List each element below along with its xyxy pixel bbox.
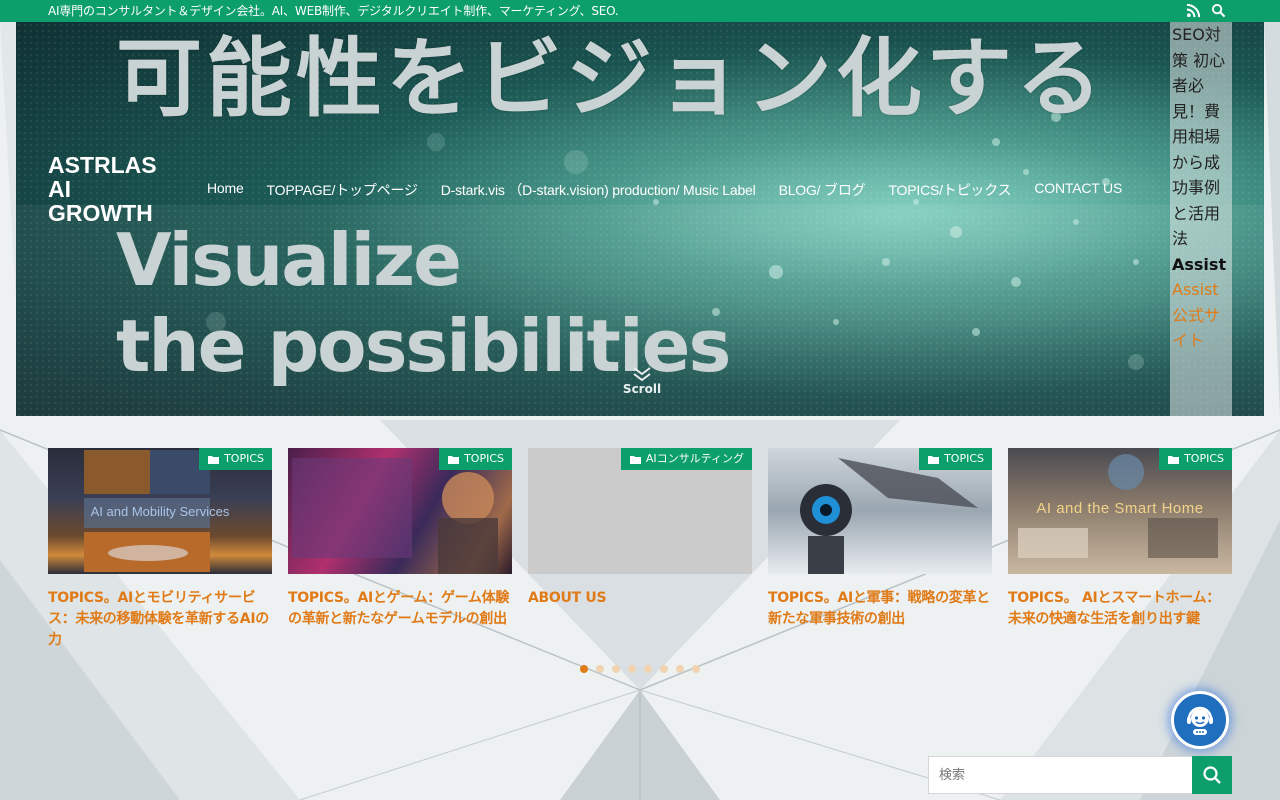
post-thumbnail[interactable]: AIコンサルティング — [528, 448, 752, 574]
site-tagline: AI専門のコンサルタント＆デザイン会社。AI、WEB制作、デジタルクリエイト制作… — [48, 4, 619, 18]
side-widget-article-link[interactable]: SEO対策 初心者必見！費用相場から成功事例と活用法 — [1172, 22, 1232, 252]
scroll-label: Scroll — [622, 382, 662, 396]
post-thumbnail[interactable]: AI and the Smart Home TOPICS — [1008, 448, 1232, 574]
post-card[interactable]: AIコンサルティング ABOUT US — [528, 448, 752, 609]
carousel-pagination — [580, 665, 700, 673]
side-widget-assist-link[interactable]: Assist公式サイト — [1172, 277, 1232, 354]
category-badge[interactable]: TOPICS — [1159, 448, 1232, 470]
hero-banner: 可能性をビジョン化する Visualize the possibilities … — [16, 22, 1264, 416]
post-title[interactable]: TOPICS。AIとゲーム：ゲーム体験の革新と新たなゲームモデルの創出 — [288, 588, 512, 630]
post-thumbnail[interactable]: TOPICS — [288, 448, 512, 574]
folder-icon — [629, 455, 641, 464]
rss-icon[interactable] — [1186, 3, 1201, 18]
post-card[interactable]: AI and the Smart Home TOPICS TOPICS。 AIと… — [1008, 448, 1232, 630]
site-logo[interactable]: ASTRLAS AI GROWTH — [48, 153, 178, 225]
category-badge[interactable]: TOPICS — [199, 448, 272, 470]
side-widget-heading: Assist — [1172, 254, 1227, 274]
pagination-dot[interactable] — [580, 665, 588, 673]
category-badge-label: TOPICS — [1184, 452, 1224, 465]
category-badge-label: TOPICS — [464, 452, 504, 465]
pagination-dot[interactable] — [612, 665, 620, 673]
top-bar: AI専門のコンサルタント＆デザイン会社。AI、WEB制作、デジタルクリエイト制作… — [0, 0, 1280, 22]
search-icon[interactable] — [1211, 3, 1226, 18]
post-thumbnail[interactable]: TOPICS — [768, 448, 992, 574]
pagination-dot[interactable] — [692, 665, 700, 673]
search-button[interactable] — [1192, 756, 1232, 794]
nav-item-contact[interactable]: CONTACT US — [1034, 180, 1122, 200]
nav-item-toppage[interactable]: TOPPAGE/トップページ — [267, 180, 418, 200]
post-title[interactable]: TOPICS。 AIとスマートホーム：未来の快適な生活を創り出す鍵 — [1008, 588, 1232, 630]
folder-icon — [928, 455, 940, 464]
hero-headline-en-line1: Visualize — [116, 218, 462, 302]
double-chevron-down-icon — [633, 367, 651, 382]
post-title[interactable]: TOPICS。AIと軍事：戦略の変革と新たな軍事技術の創出 — [768, 588, 992, 630]
pagination-dot[interactable] — [596, 665, 604, 673]
main-nav: Home TOPPAGE/トップページ D-stark.vis （D-stark… — [207, 180, 1145, 200]
pagination-dot[interactable] — [676, 665, 684, 673]
chat-support-button[interactable] — [1171, 691, 1229, 749]
category-badge-label: TOPICS — [224, 452, 264, 465]
post-title[interactable]: TOPICS。AIとモビリティサービス：未来の移動体験を革新するAIの力 — [48, 588, 272, 651]
post-card[interactable]: AI and Mobility Services TOPICS TOPICS。A… — [48, 448, 272, 651]
pagination-dot[interactable] — [660, 665, 668, 673]
post-card[interactable]: TOPICS TOPICS。AIとゲーム：ゲーム体験の革新と新たなゲームモデルの… — [288, 448, 512, 630]
thumbnail-caption: AI and Mobility Services — [90, 504, 230, 519]
hero-headline-jp: 可能性をビジョン化する — [116, 29, 1106, 129]
search-input[interactable] — [928, 756, 1192, 794]
support-agent-icon — [1187, 706, 1213, 735]
search-icon — [1203, 766, 1221, 784]
folder-icon — [1168, 455, 1180, 464]
nav-item-blog[interactable]: BLOG/ ブログ — [779, 180, 866, 200]
thumbnail-caption: AI and the Smart Home — [1036, 500, 1204, 517]
nav-item-dstark[interactable]: D-stark.vis （D-stark.vision) production/… — [441, 180, 756, 200]
pagination-dot[interactable] — [644, 665, 652, 673]
folder-icon — [448, 455, 460, 464]
pagination-dot[interactable] — [628, 665, 636, 673]
post-card[interactable]: TOPICS TOPICS。AIと軍事：戦略の変革と新たな軍事技術の創出 — [768, 448, 992, 630]
category-badge[interactable]: TOPICS — [919, 448, 992, 470]
nav-item-home[interactable]: Home — [207, 180, 244, 200]
scroll-indicator[interactable]: Scroll — [612, 366, 672, 396]
category-badge-label: TOPICS — [944, 452, 984, 465]
post-thumbnail[interactable]: AI and Mobility Services TOPICS — [48, 448, 272, 574]
category-badge[interactable]: TOPICS — [439, 448, 512, 470]
post-title[interactable]: ABOUT US — [528, 588, 752, 609]
category-badge[interactable]: AIコンサルティング — [620, 448, 752, 470]
nav-item-topics[interactable]: TOPICS/トピックス — [888, 180, 1011, 200]
category-badge-label: AIコンサルティング — [645, 452, 744, 465]
folder-icon — [208, 455, 220, 464]
sidebar-search — [928, 756, 1232, 794]
side-widget: SEO対策 初心者必見！費用相場から成功事例と活用法 Assist Assist… — [1172, 22, 1232, 354]
